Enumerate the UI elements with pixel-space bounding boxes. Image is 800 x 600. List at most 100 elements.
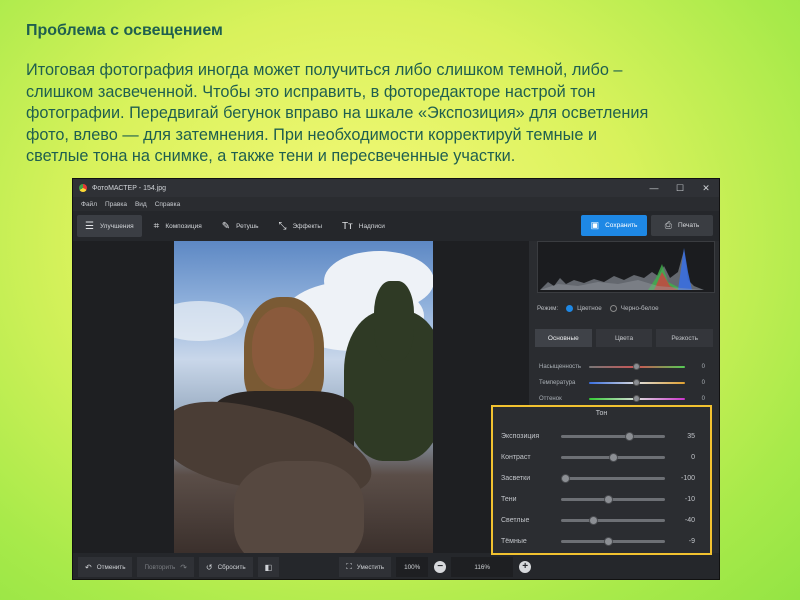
slider-knob[interactable]: [604, 536, 613, 546]
slider-knob[interactable]: [589, 515, 598, 525]
slider-label: Тёмные: [501, 537, 527, 545]
highlights-slider[interactable]: Засветки -100: [501, 472, 703, 484]
toolbar: ☰ Улучшения ⌗ Композиция ✎ Ретушь ⤡ Эффе…: [73, 211, 719, 241]
slider-knob[interactable]: [633, 395, 640, 402]
menu-bar: Файл Правка Вид Справка: [73, 197, 719, 211]
window-controls: — ☐ ✕: [641, 183, 719, 194]
printer-icon: ⎙: [664, 220, 672, 230]
body-line: Итоговая фотография иногда может получит…: [26, 61, 623, 79]
brush-icon: ✎: [221, 220, 231, 232]
tab-colors[interactable]: Цвета: [595, 329, 653, 347]
shadows-slider[interactable]: Тени -10: [501, 493, 703, 505]
save-button[interactable]: ▣ Сохранить: [581, 215, 647, 236]
tab-label: Эффекты: [292, 222, 323, 230]
slider-value: -100: [680, 474, 695, 482]
slide-title: Проблема с освещением: [26, 22, 223, 39]
tab-effects[interactable]: ⤡ Эффекты: [270, 215, 330, 237]
zoom-level[interactable]: 116%: [451, 557, 514, 577]
floppy-disk-icon: ▣: [590, 220, 600, 230]
save-label: Сохранить: [605, 222, 638, 229]
body-line: слишком засвеченной. Чтобы это исправить…: [26, 82, 596, 101]
tab-composition[interactable]: ⌗ Композиция: [146, 215, 210, 237]
app-logo-icon: [79, 184, 87, 192]
slider-label: Температура: [539, 380, 576, 386]
exposure-slider[interactable]: Экспозиция 35: [501, 430, 703, 442]
slider-knob[interactable]: [604, 494, 613, 504]
print-label: Печать: [677, 222, 700, 229]
tint-slider[interactable]: Оттенок 0: [539, 393, 709, 405]
maximize-icon[interactable]: ☐: [667, 183, 693, 194]
slider-knob[interactable]: [609, 452, 618, 462]
slider-value: -40: [684, 516, 695, 524]
slider-knob[interactable]: [625, 431, 634, 441]
redo-label: Повторить: [144, 563, 176, 571]
sliders-icon: ☰: [85, 220, 94, 232]
slider-knob[interactable]: [561, 473, 570, 483]
tab-captions[interactable]: Tт Надписи: [334, 215, 393, 237]
tone-panel: Тон Экспозиция 35 Контраст 0 Засветки -1…: [491, 405, 712, 555]
zoom-100-button[interactable]: 100%: [396, 557, 429, 577]
slider-value: -10: [684, 495, 695, 503]
tab-basic[interactable]: Основные: [535, 329, 592, 347]
radio-color-label: Цветное: [577, 305, 602, 312]
menu-edit[interactable]: Правка: [105, 201, 127, 208]
body-line: фото, влево — для затемнения. При необхо…: [26, 125, 598, 144]
tone-panel-title: Тон: [595, 410, 608, 417]
menu-view[interactable]: Вид: [135, 201, 147, 208]
slider-label: Тени: [501, 495, 517, 503]
crop-icon: ⌗: [153, 220, 160, 232]
radio-color[interactable]: [566, 305, 574, 312]
redo-icon: ↷: [180, 562, 187, 572]
reset-button[interactable]: ↺ Сбросить: [198, 557, 253, 577]
slider-value: 0: [701, 380, 705, 386]
slider-value: 0: [701, 396, 705, 402]
tab-enhancements[interactable]: ☰ Улучшения: [77, 215, 142, 237]
slider-label: Контраст: [501, 453, 531, 461]
minimize-icon[interactable]: —: [641, 183, 667, 194]
menu-file[interactable]: Файл: [81, 201, 97, 208]
tab-label: Улучшения: [99, 222, 134, 230]
blacks-slider[interactable]: Тёмные -9: [501, 535, 703, 547]
zoom-out-icon[interactable]: −: [434, 561, 447, 573]
photo-preview: [174, 241, 433, 553]
temperature-slider[interactable]: Температура 0: [539, 377, 709, 389]
radio-bw-label: Черно-белое: [620, 305, 659, 312]
tab-label: Ретушь: [236, 222, 259, 230]
slide-body: Итоговая фотография иногда может получит…: [26, 60, 786, 168]
contrast-slider[interactable]: Контраст 0: [501, 451, 703, 463]
title-bar: ФотоМАСТЕР - 154.jpg — ☐ ✕: [73, 179, 719, 197]
slider-label: Оттенок: [539, 396, 562, 402]
compare-button[interactable]: ◧: [257, 557, 280, 577]
fit-button[interactable]: ⛶ Уместить: [339, 557, 392, 577]
reset-icon: ↺: [205, 562, 213, 572]
bottom-bar: ↶ Отменить Повторить ↷ ↺ Сбросить ◧ ⛶ Ум…: [73, 553, 719, 579]
mode-label: Режим:: [537, 305, 559, 312]
print-button[interactable]: ⎙ Печать: [651, 215, 713, 236]
body-line: светлые тона на снимке, а также тени и п…: [26, 147, 516, 165]
close-icon[interactable]: ✕: [693, 183, 719, 194]
undo-button[interactable]: ↶ Отменить: [78, 557, 133, 577]
slider-label: Светлые: [501, 516, 530, 524]
radio-bw[interactable]: [609, 305, 617, 312]
subtabs: Основные Цвета Резкость: [533, 329, 715, 347]
tab-retouch[interactable]: ✎ Ретушь: [214, 215, 267, 237]
slider-knob[interactable]: [633, 363, 640, 370]
tab-label: Надписи: [358, 222, 385, 230]
zoom-in-icon[interactable]: +: [519, 561, 532, 573]
slider-label: Экспозиция: [501, 432, 540, 440]
menu-help[interactable]: Справка: [155, 201, 181, 208]
magic-wand-icon: ⤡: [278, 220, 287, 232]
undo-label: Отменить: [96, 563, 126, 571]
mode-selector: Режим: Цветное Черно-белое: [537, 305, 659, 312]
slider-label: Засветки: [501, 474, 531, 482]
tab-label: Композиция: [165, 222, 202, 230]
slider-value: 35: [687, 432, 695, 440]
tab-sharpness[interactable]: Резкость: [656, 329, 714, 347]
window-title: ФотоМАСТЕР - 154.jpg: [92, 184, 167, 192]
saturation-slider[interactable]: Насыщенность 0: [539, 361, 709, 373]
slider-value: 0: [701, 364, 705, 370]
whites-slider[interactable]: Светлые -40: [501, 514, 703, 526]
redo-button[interactable]: Повторить ↷: [137, 557, 194, 577]
slider-knob[interactable]: [633, 379, 640, 386]
slider-label: Насыщенность: [539, 364, 582, 370]
